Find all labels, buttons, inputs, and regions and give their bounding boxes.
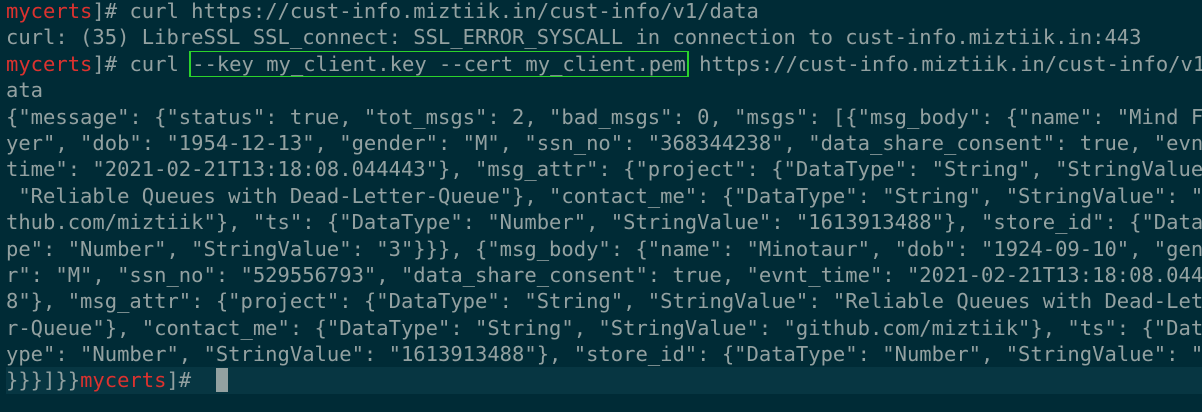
terminal-line: mycerts]# curl --key my_client.key --cer… bbox=[6, 50, 1202, 78]
prompt-suffix: ]# bbox=[166, 368, 204, 393]
output-text: curl: (35) LibreSSL SSL_connect: SSL_ERR… bbox=[6, 25, 1142, 50]
terminal-line: thub.com/miztiik"}, "ts": {"DataType": "… bbox=[6, 209, 1202, 235]
command-text: https://cust-info.miztiik.in/cust-info/v… bbox=[686, 51, 1202, 76]
command-text: curl bbox=[129, 51, 192, 76]
output-text: {"message": {"status": true, "tot_msgs":… bbox=[6, 104, 1202, 129]
terminal-line: 8"}, "msg_attr": {"project": {"DataType"… bbox=[6, 288, 1202, 314]
terminal-window[interactable]: mycerts]# curl https://cust-info.miztiik… bbox=[0, 0, 1202, 410]
prompt-name: mycerts bbox=[6, 0, 93, 23]
text-cursor[interactable] bbox=[215, 368, 228, 393]
output-text: time": "2021-02-21T13:18:08.044443"}, "m… bbox=[6, 157, 1202, 182]
highlighted-cert-args: --key my_client.key --cert my_client.pem bbox=[189, 50, 689, 78]
command-text: curl https://cust-info.miztiik.in/cust-i… bbox=[129, 0, 759, 23]
terminal-line: ata bbox=[6, 77, 1202, 103]
terminal-line: {"message": {"status": true, "tot_msgs":… bbox=[6, 104, 1202, 130]
prompt-suffix: ]# bbox=[92, 51, 130, 76]
terminal-line: r": "M", "ssn_no": "529556793", "data_sh… bbox=[6, 262, 1202, 288]
output-text: ata bbox=[6, 78, 44, 103]
terminal-line: r-Queue"}, "contact_me": {"DataType": "S… bbox=[6, 315, 1202, 341]
output-text: r": "M", "ssn_no": "529556793", "data_sh… bbox=[6, 262, 1202, 287]
output-text: ype": "Number", "StringValue": "16139134… bbox=[6, 342, 1202, 367]
terminal-line: }}}]}}mycerts]# bbox=[6, 367, 1202, 394]
terminal-line: curl: (35) LibreSSL SSL_connect: SSL_ERR… bbox=[6, 24, 1202, 50]
prompt-name: mycerts bbox=[6, 51, 93, 76]
output-text: r-Queue"}, "contact_me": {"DataType": "S… bbox=[6, 315, 1202, 340]
terminal-line: "Reliable Queues with Dead-Letter-Queue"… bbox=[6, 183, 1202, 209]
output-text: }}}]}} bbox=[6, 368, 81, 393]
output-text: pe": "Number", "StringValue": "3"}}}, {"… bbox=[6, 236, 1202, 261]
terminal-line: ype": "Number", "StringValue": "16139134… bbox=[6, 341, 1202, 367]
output-text: 8"}, "msg_attr": {"project": {"DataType"… bbox=[6, 289, 1202, 314]
output-text: yer", "dob": "1954-12-13", "gender": "M"… bbox=[6, 130, 1202, 155]
prompt-suffix: ]# bbox=[92, 0, 130, 23]
output-text: "Reliable Queues with Dead-Letter-Queue"… bbox=[6, 183, 1202, 208]
output-text: thub.com/miztiik"}, "ts": {"DataType": "… bbox=[6, 210, 1202, 235]
terminal-line: yer", "dob": "1954-12-13", "gender": "M"… bbox=[6, 130, 1202, 156]
prompt-name: mycerts bbox=[80, 368, 167, 393]
terminal-line: time": "2021-02-21T13:18:08.044443"}, "m… bbox=[6, 156, 1202, 182]
terminal-line: pe": "Number", "StringValue": "3"}}}, {"… bbox=[6, 236, 1202, 262]
terminal-line: mycerts]# curl https://cust-info.miztiik… bbox=[6, 0, 1202, 24]
